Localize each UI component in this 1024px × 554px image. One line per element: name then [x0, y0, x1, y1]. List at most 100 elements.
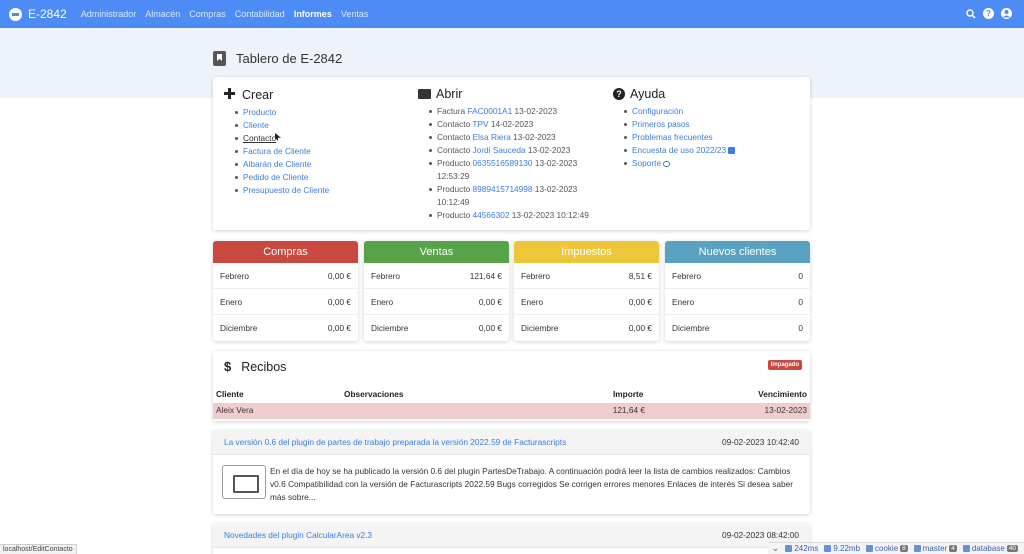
recent-link[interactable]: 0635516589130 [473, 158, 533, 168]
stat-title[interactable]: Nuevos clientes [665, 241, 810, 263]
crear-factura-link[interactable]: Factura de Cliente [243, 146, 311, 156]
user-icon[interactable] [1001, 8, 1012, 19]
stat-card-nuevos-clientes: Nuevos clientes Febrero 0 Enero 0 Diciembr… [665, 241, 810, 341]
news-date: 09-02-2023 08:42:00 [721, 530, 799, 540]
recent-link[interactable]: TPV [472, 119, 488, 129]
quick-actions-card: Crear Producto Cliente Contacto Factura … [213, 77, 810, 230]
crear-presupuesto-link[interactable]: Presupuesto de Cliente [243, 185, 329, 195]
stat-row: Diciembre 0 [672, 323, 803, 333]
stat-row: Diciembre 0,00 € [220, 323, 351, 333]
stat-card-impuestos: Impuestos Febrero 8,51 € Enero 0,00 € Dici… [514, 241, 659, 341]
crear-title: Crear [242, 87, 274, 102]
page-title-text: Tablero de E-2842 [236, 51, 343, 66]
ayuda-section: ? Ayuda Configuración Primeros pasos Prob… [613, 87, 736, 170]
cell-importe: 121,64 € [612, 405, 645, 415]
recibos-card: $ Recibos Impagado Cliente Observaciones… [213, 351, 810, 421]
cookie-icon [866, 545, 874, 552]
crear-contacto-link[interactable]: Contacto [243, 133, 276, 143]
recent-link[interactable]: 44566302 [473, 210, 510, 220]
nav-item-ventas[interactable]: Ventas [341, 9, 369, 19]
stat-row: Febrero 121,64 € [364, 263, 509, 289]
debug-master[interactable]: master 4 [913, 544, 957, 553]
stat-title[interactable]: Compras [213, 241, 358, 263]
folder-open-icon [418, 89, 431, 99]
stat-title[interactable]: Impuestos [514, 241, 659, 263]
question-circle-icon: ? [613, 88, 625, 100]
recent-link[interactable]: Elsa Riera [473, 132, 511, 142]
stat-row: Diciembre 0,00 € [371, 323, 502, 333]
recent-item: Contacto Jordi Sauceda 13-02-2023 [418, 144, 608, 157]
debug-cookie[interactable]: cookie 8 [866, 544, 908, 553]
recibos-title: Recibos [241, 359, 287, 374]
nav-item-contabilidad[interactable]: Contabilidad [235, 9, 285, 19]
recent-link[interactable]: FAC0001A1 [467, 106, 512, 116]
check-square-icon [728, 147, 736, 155]
stat-row: Enero 0,00 € [364, 289, 509, 315]
news-card: Novedades del plugin CalcularArea v2.3 0… [213, 523, 810, 554]
news-card: La versión 0.6 del plugin de partes de t… [213, 430, 810, 514]
col-cliente: Cliente [216, 389, 244, 399]
table-row[interactable]: Aleix Vera 121,64 € 13-02-2023 [213, 403, 810, 419]
table-header: Cliente Observaciones Importe Vencimient… [213, 387, 810, 402]
status-badge: Impagado [767, 360, 802, 370]
abrir-title: Abrir [436, 87, 463, 101]
nav-item-administrador[interactable]: Administrador [81, 9, 137, 19]
crear-albaran-link[interactable]: Albarán de Cliente [243, 159, 311, 169]
abrir-section: Abrir Factura FAC0001A1 13-02-2023 Conta… [418, 87, 608, 222]
newspaper-icon [222, 465, 266, 499]
help-icon[interactable]: ? [983, 8, 994, 19]
stat-row: Febrero 8,51 € [514, 263, 659, 289]
ayuda-configuracion-link[interactable]: Configuración [632, 106, 683, 116]
news-title-link[interactable]: La versión 0.6 del plugin de partes de t… [224, 437, 566, 447]
brand-logo-icon [9, 7, 22, 21]
news-header: Novedades del plugin CalcularArea v2.3 0… [213, 523, 810, 548]
col-observaciones: Observaciones [344, 389, 404, 399]
news-title-link[interactable]: Novedades del plugin CalcularArea v2.3 [224, 530, 372, 540]
recent-item: Contacto Elsa Riera 13-02-2023 [418, 131, 608, 144]
database-icon [962, 545, 970, 552]
brand-name: E-2842 [28, 7, 67, 21]
debug-database[interactable]: database 40 [962, 544, 1018, 553]
stat-card-compras: Compras Febrero 0,00 € Enero 0,00 € Diciem… [213, 241, 358, 341]
chat-icon [663, 160, 671, 167]
plus-icon [224, 87, 237, 102]
ayuda-title: Ayuda [630, 87, 666, 101]
chevron-down-icon[interactable]: ⌄ [772, 543, 780, 554]
nav-item-compras[interactable]: Compras [189, 9, 226, 19]
brand-link[interactable]: E-2842 [9, 7, 67, 21]
cell-cliente: Aleix Vera [216, 405, 254, 415]
debug-time[interactable]: 242ms [785, 544, 818, 553]
crear-pedido-link[interactable]: Pedido de Cliente [243, 172, 309, 182]
recent-item: Producto 8989415714998 13-02-2023 10:12:4… [418, 183, 608, 209]
crear-section: Crear Producto Cliente Contacto Factura … [224, 87, 329, 197]
crear-cliente-link[interactable]: Cliente [243, 120, 269, 130]
cell-vencimiento: 13-02-2023 [764, 405, 807, 415]
search-icon[interactable] [965, 8, 976, 19]
ayuda-encuesta-link[interactable]: Encuesta de uso 2022/23 [632, 145, 726, 155]
page-title: Tablero de E-2842 [213, 51, 342, 66]
recent-item: Producto 44566302 13-02-2023 10:12:49 [418, 209, 608, 222]
navbar-actions: ? [965, 8, 1012, 19]
debug-bar: ⌄ 242ms 9.22mb cookie 8 master 4 database 4… [767, 542, 1024, 554]
nav-item-almacen[interactable]: Almacén [145, 9, 180, 19]
debug-memory[interactable]: 9.22mb [824, 544, 860, 553]
ayuda-soporte-link[interactable]: Soporte [632, 158, 661, 168]
recent-link[interactable]: Jordi Sauceda [473, 145, 526, 155]
nav-item-informes[interactable]: Informes [294, 9, 332, 19]
bookmark-icon[interactable] [213, 51, 226, 66]
stat-title[interactable]: Ventas [364, 241, 509, 263]
recent-link[interactable]: 8989415714998 [473, 184, 533, 194]
news-date: 09-02-2023 10:42:40 [721, 437, 799, 447]
hourglass-icon [785, 545, 793, 552]
file-icon [913, 545, 921, 552]
top-navbar: E-2842 Administrador Almacén Compras Con… [0, 0, 1024, 28]
stat-row: Febrero 0 [665, 263, 810, 289]
crear-producto-link[interactable]: Producto [243, 107, 276, 117]
ayuda-primeros-pasos-link[interactable]: Primeros pasos [632, 119, 690, 129]
stat-card-ventas: Ventas Febrero 121,64 € Enero 0,00 € Dicie… [364, 241, 509, 341]
stat-row: Febrero 0,00 € [213, 263, 358, 289]
ayuda-problemas-link[interactable]: Problemas frecuentes [632, 132, 713, 142]
stat-row: Enero 0,00 € [213, 289, 358, 315]
recent-item: Factura FAC0001A1 13-02-2023 [418, 105, 608, 118]
news-body: En el día de hoy se ha publicado la vers… [222, 465, 802, 504]
